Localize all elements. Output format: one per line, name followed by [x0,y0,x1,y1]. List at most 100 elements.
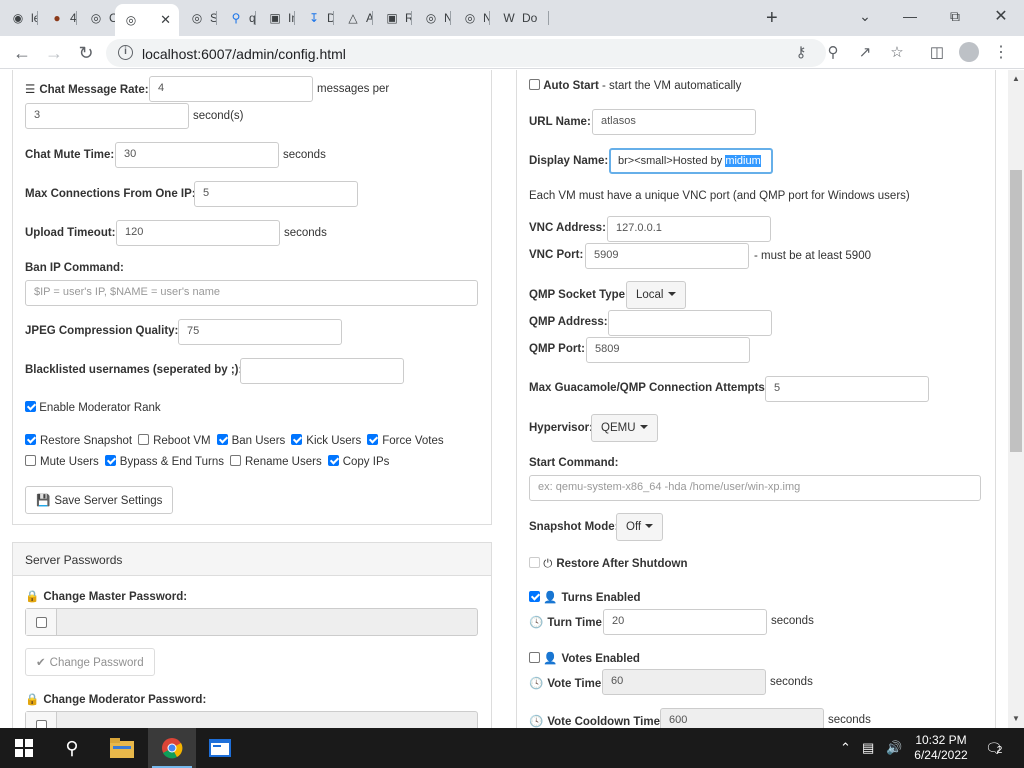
clock[interactable]: 10:32 PM 6/24/2022 [906,733,976,763]
permission-force-votes[interactable]: Force Votes [367,434,444,447]
max-connections-input[interactable]: 5 [194,181,358,207]
start-command-input[interactable]: ex: qemu-system-x86_64 -hda /home/user/w… [529,475,981,501]
checkbox[interactable] [529,652,540,663]
permission-bypass-end-turns[interactable]: Bypass & End Turns [104,455,224,468]
browser-tab[interactable]: ◎Ne [454,6,490,30]
vnc-port-input[interactable]: 5909 [585,243,749,269]
checkbox[interactable] [25,434,36,445]
auto-start-option[interactable]: Auto Start - start the VM automatically [529,79,741,92]
browser-tab[interactable]: ↧Do [298,6,334,30]
new-tab-button[interactable]: + [766,7,778,30]
scroll-down-icon[interactable]: ▼ [1012,714,1020,723]
permission-copy-ips[interactable]: Copy IPs [327,455,389,468]
chat-rate-input[interactable]: 4 [149,76,313,102]
checkbox[interactable] [25,455,36,466]
browser-tab[interactable]: ●404 [41,6,77,30]
vnc-address-input[interactable]: 127.0.0.1 [607,216,771,242]
page-scrollbar[interactable]: ▲ ▼ [1008,70,1024,728]
restore-after-shutdown-option[interactable]: ⏻ Restore After Shutdown [529,557,688,571]
scroll-up-icon[interactable]: ▲ [1012,74,1020,83]
key-icon[interactable]: ⚷ [790,41,812,63]
tab-search-icon[interactable]: ⌄ [850,4,880,28]
url-name-input[interactable]: atlasos [592,109,756,135]
start-windows-icon[interactable] [0,728,48,768]
bookmark-star-icon[interactable]: ☆ [886,41,908,63]
qmp-address-input[interactable] [608,310,772,336]
jpeg-quality-input[interactable]: 75 [178,319,342,345]
mute-time-input[interactable]: 30 [115,142,279,168]
permission-reboot-vm[interactable]: Reboot VM [138,434,211,447]
file-explorer-icon[interactable] [98,728,146,768]
permission-mute-users[interactable]: Mute Users [25,455,99,468]
browser-tab[interactable]: ◉leg [2,6,38,30]
chat-rate-seconds-input[interactable]: 3 [25,103,189,129]
forward-icon[interactable]: → [42,41,66,65]
menu-icon[interactable]: ⋮ [990,41,1012,63]
network-icon[interactable]: ▤ [862,740,874,756]
close-window-icon[interactable]: ✕ [986,4,1016,28]
profile-avatar-icon[interactable] [958,41,980,63]
snapshot-mode-dropdown[interactable]: Off [616,513,664,541]
browser-tab[interactable]: ▣Rol [376,6,412,30]
blacklist-input[interactable] [240,358,404,384]
permission-kick-users[interactable]: Kick Users [291,434,361,447]
checkbox[interactable] [35,616,47,628]
qmp-socket-dropdown[interactable]: Local [626,281,686,309]
browser-tab[interactable]: ◎ ✕ [115,4,179,36]
vote-time-input[interactable]: 60 [602,669,766,695]
reload-icon[interactable]: ↻ [74,41,98,65]
turn-time-input[interactable]: 20 [603,609,767,635]
browser-tab[interactable]: ▣Ind [259,6,295,30]
browser-tab[interactable]: W Do [493,6,549,30]
browser-tab[interactable]: △Atl [337,6,373,30]
checkbox[interactable] [291,434,303,445]
permission-ban-users[interactable]: Ban Users [216,434,285,447]
scroll-thumb[interactable] [1010,170,1022,452]
browser-tab[interactable]: ◎Cor [80,6,116,30]
zoom-icon[interactable]: ⚲ [822,41,844,63]
checkbox[interactable] [529,557,540,568]
change-password-button[interactable]: ✔ Change Password [25,648,155,676]
browser-tab[interactable]: ◎Site [181,6,217,30]
upload-timeout-input[interactable]: 120 [116,220,280,246]
checkbox[interactable] [216,434,228,445]
app-window-icon[interactable] [196,728,244,768]
display-name-input[interactable]: br><small>Hosted by midium [609,148,773,174]
permission-restore-snapshot[interactable]: Restore Snapshot [25,434,132,447]
vote-cooldown-input[interactable]: 600 [660,708,824,728]
checkbox[interactable] [327,455,339,466]
share-icon[interactable]: ↗ [854,41,876,63]
hypervisor-dropdown[interactable]: QEMU [591,414,658,442]
save-server-settings-button[interactable]: 💾 Save Server Settings [25,486,174,514]
volume-icon[interactable]: 🔊 [886,740,902,756]
checkbox[interactable] [104,455,116,466]
qmp-port-input[interactable]: 5809 [586,337,750,363]
checkbox[interactable] [230,455,241,466]
checkbox[interactable] [35,719,47,728]
permission-rename-users[interactable]: Rename Users [230,455,322,468]
checkbox[interactable] [529,591,540,602]
turns-enabled-option[interactable]: 👤 Turns Enabled [529,590,641,604]
side-panel-icon[interactable]: ◫ [926,41,948,63]
start-command-label: Start Command: [529,457,619,469]
checkbox[interactable] [25,401,36,412]
notifications-icon[interactable]: 🗨2 [985,740,1003,757]
browser-tab[interactable]: ⚲qe [220,6,256,30]
address-bar[interactable]: i localhost:6007/admin/config.html [106,39,826,67]
back-icon[interactable]: ← [10,41,34,65]
site-info-icon[interactable]: i [118,45,133,60]
browser-tab[interactable]: ◎Ne [415,6,451,30]
close-tab-icon[interactable]: ✕ [160,12,171,28]
ban-command-input[interactable]: $IP = user's IP, $NAME = user's name [25,280,478,306]
checkbox[interactable] [367,434,379,445]
votes-enabled-option[interactable]: 👤 Votes Enabled [529,651,640,665]
max-guac-input[interactable]: 5 [765,376,929,402]
enable-moderator-rank[interactable]: Enable Moderator Rank [25,401,161,414]
chrome-icon[interactable] [148,728,196,768]
restore-icon[interactable]: ⧉ [940,4,970,28]
search-icon[interactable]: ⚲ [48,728,96,768]
checkbox[interactable] [138,434,150,445]
checkbox[interactable] [529,79,540,90]
minimize-icon[interactable]: — [895,4,925,28]
show-hidden-icons-icon[interactable]: ⌃ [840,740,851,756]
